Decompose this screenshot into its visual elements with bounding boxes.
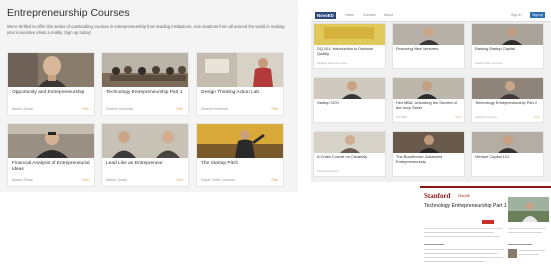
instructor-avatar	[508, 249, 517, 258]
course-price: Free	[82, 178, 89, 182]
stanford-online-label: ONLINE	[458, 194, 470, 198]
nav-link-home[interactable]: Home	[345, 13, 354, 17]
course-institution: Stanford University	[475, 116, 497, 119]
course-card[interactable]: Design Thinking Action Lab Stanford Univ…	[196, 52, 284, 116]
course-institution: Strategic Decisions Group	[317, 62, 348, 65]
course-price: Free	[82, 107, 89, 111]
entrepreneurship-courses-page: Entrepreneurship Courses We're thrilled …	[0, 0, 298, 192]
course-thumbnail	[197, 124, 283, 158]
text-line	[508, 232, 542, 234]
course-thumbnail	[314, 24, 385, 45]
course-thumbnail	[314, 132, 385, 153]
course-card[interactable]: Lead Like an Entrepreneur Babson Global …	[101, 123, 189, 187]
text-line	[424, 249, 504, 251]
section-heading	[424, 244, 444, 246]
course-card[interactable]: The Boardroom: Advanced Entrepreneurship	[392, 131, 465, 177]
course-institution: Draper Fisher Jurvetson	[475, 62, 503, 65]
text-line	[424, 253, 498, 255]
course-title: Opportunity and Entrepreneurship	[12, 90, 85, 95]
course-institution: Babson Global	[12, 107, 33, 111]
course-card[interactable]: Hint MBA: Unlocking the Secrets of the I…	[392, 77, 465, 123]
nav-link-about[interactable]: About	[384, 13, 393, 17]
course-institution: Babson Global	[12, 178, 33, 182]
course-thumbnail	[472, 132, 543, 153]
course-institution: Stanford University	[106, 107, 133, 111]
course-thumbnail	[393, 78, 464, 99]
course-card[interactable]: Opportunity and Entrepreneurship Babson …	[7, 52, 95, 116]
course-title: Financial Analysis of Entrepreneurial Id…	[12, 161, 90, 172]
course-institution: Babson Global	[106, 178, 127, 182]
text-line	[424, 261, 484, 263]
text-line	[424, 228, 502, 230]
course-price: Free	[176, 178, 183, 182]
course-card[interactable]: Raising Startup Capital Draper Fisher Ju…	[471, 23, 544, 69]
course-card[interactable]: Financing New Ventures	[392, 23, 465, 69]
course-thumbnail	[472, 78, 543, 99]
course-thumbnail	[102, 53, 188, 87]
course-thumbnail	[8, 124, 94, 158]
sign-up-button[interactable]: Sign up	[530, 12, 545, 18]
novoed-courses-page: NovoED Home Courses About Sign in Sign u…	[311, 10, 551, 182]
course-title: Venture Capital 101	[475, 154, 510, 159]
page-intro: We're thrilled to offer this series of o…	[7, 24, 285, 35]
top-nav: NovoED Home Courses About Sign in Sign u…	[311, 10, 551, 22]
course-price: Free	[271, 107, 278, 111]
novoed-logo[interactable]: NovoED	[315, 12, 336, 19]
course-title: Raising Startup Capital	[475, 46, 515, 51]
course-title: Technology Entrepreneurship Part 2	[475, 100, 538, 105]
course-card[interactable]: Technology Entrepreneurship Part 2 Stanf…	[471, 77, 544, 123]
course-title: The Startup Pitch	[201, 161, 239, 166]
course-price: Free	[176, 107, 183, 111]
stanford-logo[interactable]: Stanford	[424, 192, 450, 200]
course-title: Technology Entrepreneurship Part 1	[106, 90, 183, 95]
text-line	[424, 232, 494, 234]
page-title: Entrepreneurship Courses	[7, 7, 130, 19]
course-title: Technology Entrepreneurship Part 1	[424, 203, 507, 209]
text-line	[519, 254, 539, 256]
course-photo	[508, 197, 549, 222]
course-title: Hint MBA: Unlocking the Secrets of the I…	[396, 100, 457, 110]
course-card[interactable]: Startup CEO	[313, 77, 386, 123]
text-line	[508, 228, 546, 230]
course-thumbnail	[393, 132, 464, 153]
course-title: A Crash Course on Creativity	[317, 154, 368, 159]
course-price: Free	[534, 116, 540, 119]
course-price: Free	[455, 116, 461, 119]
course-title: DQ 101: Introduction to Decision Quality	[317, 46, 374, 56]
course-title: The Boardroom: Advanced Entrepreneurship	[396, 154, 443, 164]
section-heading	[508, 244, 532, 246]
course-title: Startup CEO	[317, 100, 340, 105]
course-title: Financing New Ventures	[396, 46, 439, 51]
course-thumbnail	[472, 24, 543, 45]
nav-link-courses[interactable]: Courses	[363, 13, 376, 17]
course-thumbnail	[8, 53, 94, 87]
course-institution: Stanford University	[317, 170, 339, 173]
enroll-button[interactable]	[482, 220, 494, 224]
sign-in-link[interactable]: Sign in	[511, 13, 521, 17]
course-institution: Hint MBA	[396, 116, 407, 119]
text-line	[424, 257, 503, 259]
course-card[interactable]: Financial Analysis of Entrepreneurial Id…	[7, 123, 95, 187]
stanford-online-course-page: Stanford ONLINE Technology Entrepreneurs…	[420, 186, 551, 269]
text-line	[424, 236, 500, 238]
course-card[interactable]: DQ 101: Introduction to Decision Quality…	[313, 23, 386, 69]
course-card[interactable]: The Startup Pitch Draper Fisher Jurvetso…	[196, 123, 284, 187]
text-line	[519, 250, 545, 252]
course-card[interactable]: Technology Entrepreneurship Part 1 Stanf…	[101, 52, 189, 116]
course-thumbnail	[102, 124, 188, 158]
course-institution: Draper Fisher Jurvetson	[201, 178, 236, 182]
course-card[interactable]: Venture Capital 101	[471, 131, 544, 177]
course-thumbnail	[314, 78, 385, 99]
course-price: Free	[271, 178, 278, 182]
course-thumbnail	[197, 53, 283, 87]
course-card[interactable]: A Crash Course on Creativity Stanford Un…	[313, 131, 386, 177]
course-title: Design Thinking Action Lab	[201, 90, 260, 95]
course-title: Lead Like an Entrepreneur	[106, 161, 163, 166]
course-institution: Stanford University	[201, 107, 228, 111]
course-thumbnail	[393, 24, 464, 45]
